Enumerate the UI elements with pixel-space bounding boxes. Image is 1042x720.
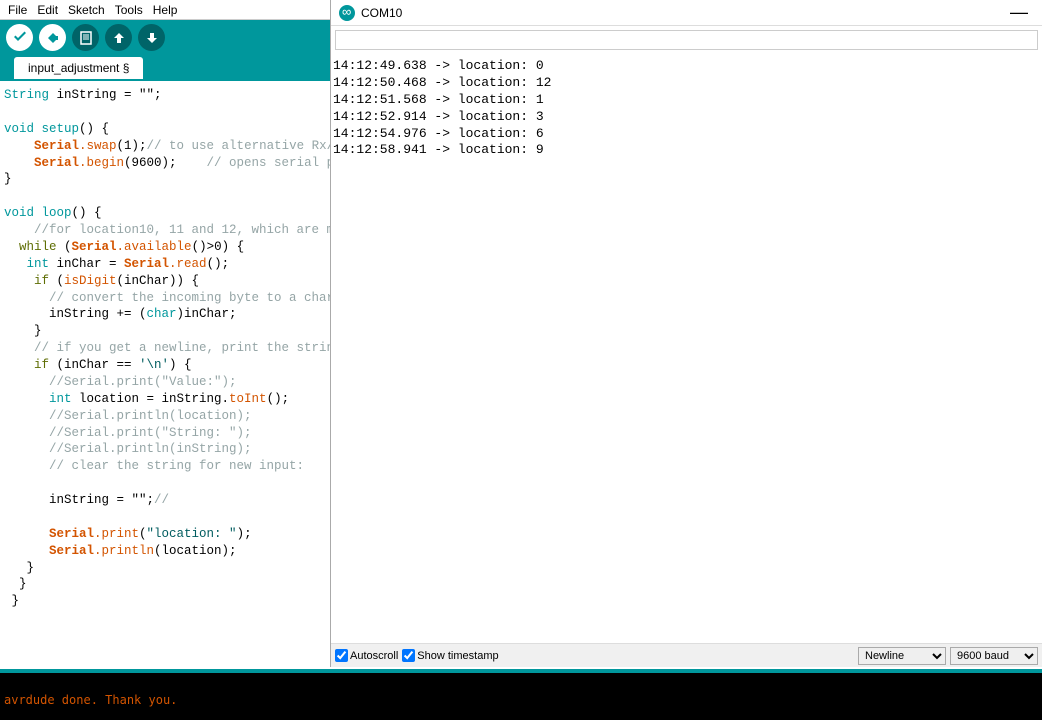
code-text: } <box>4 577 27 591</box>
code-text: setup <box>34 122 79 136</box>
save-button[interactable] <box>138 24 165 51</box>
verify-button[interactable] <box>6 24 33 51</box>
menu-tools[interactable]: Tools <box>111 3 147 17</box>
code-text: inString = ""; <box>49 88 162 102</box>
code-text: } <box>4 561 34 575</box>
code-text: while <box>4 240 57 254</box>
code-text: ); <box>237 527 252 541</box>
minimize-button[interactable]: — <box>1004 2 1034 23</box>
code-text: Serial <box>4 139 79 153</box>
code-text: void <box>4 122 34 136</box>
menu-sketch[interactable]: Sketch <box>64 3 109 17</box>
code-text: (); <box>267 392 290 406</box>
code-text: if <box>4 358 49 372</box>
code-text: char <box>147 307 177 321</box>
code-text: () { <box>79 122 109 136</box>
code-text: ( <box>139 527 147 541</box>
menu-file[interactable]: File <box>4 3 31 17</box>
code-text: // clear the string for new input: <box>4 459 304 473</box>
menu-help[interactable]: Help <box>149 3 182 17</box>
code-text: inString += ( <box>4 307 147 321</box>
code-text: Serial <box>4 527 94 541</box>
autoscroll-checkbox[interactable] <box>335 649 348 662</box>
code-text: // opens serial p <box>207 156 335 170</box>
code-text: inString = ""; <box>4 493 154 507</box>
serial-titlebar: COM10 — <box>331 0 1042 26</box>
code-text: //for location10, 11 and 12, which are m <box>4 223 334 237</box>
code-text: isDigit <box>64 274 117 288</box>
code-text: .print <box>94 527 139 541</box>
serial-title: COM10 <box>361 6 402 20</box>
code-text: //Serial.println(inString); <box>4 442 252 456</box>
code-text: // <box>154 493 169 507</box>
code-text: toInt <box>229 392 267 406</box>
code-text: Serial <box>4 156 79 170</box>
serial-send-input[interactable] <box>335 30 1038 50</box>
code-text: ( <box>57 240 72 254</box>
code-text: )inChar; <box>177 307 237 321</box>
code-text: (); <box>207 257 230 271</box>
code-text: "location: " <box>147 527 237 541</box>
code-text: '\n' <box>139 358 169 372</box>
code-text: } <box>4 172 12 186</box>
code-text: //Serial.print("String: "); <box>4 426 252 440</box>
code-text: .swap <box>79 139 117 153</box>
code-text: (inChar)) { <box>117 274 200 288</box>
timestamp-checkbox[interactable] <box>402 649 415 662</box>
arduino-icon <box>339 5 355 21</box>
code-text: .begin <box>79 156 124 170</box>
code-text: .println <box>94 544 154 558</box>
code-text: String <box>4 88 49 102</box>
code-text: (1); <box>117 139 147 153</box>
serial-line: 14:12:58.941 -> location: 9 <box>333 142 1040 159</box>
code-text: void <box>4 206 34 220</box>
code-text: ) { <box>169 358 192 372</box>
code-text: .read <box>169 257 207 271</box>
code-text: .available <box>117 240 192 254</box>
timestamp-label[interactable]: Show timestamp <box>402 649 498 662</box>
code-text: //Serial.print("Value:"); <box>4 375 237 389</box>
serial-footer: Autoscroll Show timestamp Newline 9600 b… <box>331 643 1042 667</box>
serial-line: 14:12:52.914 -> location: 3 <box>333 109 1040 126</box>
code-text: // if you get a newline, print the strin <box>4 341 334 355</box>
code-text: // convert the incoming byte to a char <box>4 291 334 305</box>
autoscroll-label[interactable]: Autoscroll <box>335 649 398 662</box>
serial-line: 14:12:54.976 -> location: 6 <box>333 126 1040 143</box>
code-text: } <box>4 324 42 338</box>
new-button[interactable] <box>72 24 99 51</box>
code-text: ( <box>49 274 64 288</box>
code-text: int <box>4 257 49 271</box>
code-text: if <box>4 274 49 288</box>
console-output: avrdude done. Thank you. <box>0 673 1042 720</box>
code-text: location = inString. <box>72 392 230 406</box>
tab-sketch[interactable]: input_adjustment § <box>14 57 143 79</box>
code-text: () { <box>72 206 102 220</box>
menu-edit[interactable]: Edit <box>33 3 62 17</box>
serial-line: 14:12:51.568 -> location: 1 <box>333 92 1040 109</box>
code-text: } <box>4 594 19 608</box>
serial-monitor-window: COM10 — 14:12:49.638 -> location: 0 14:1… <box>330 0 1042 667</box>
code-text: // to use alternative Rx/ <box>147 139 335 153</box>
code-text: Serial <box>124 257 169 271</box>
code-text: //Serial.println(location); <box>4 409 252 423</box>
baud-select[interactable]: 9600 baud <box>950 647 1038 665</box>
line-ending-select[interactable]: Newline <box>858 647 946 665</box>
code-text: ()>0) { <box>192 240 245 254</box>
code-text: loop <box>34 206 72 220</box>
code-text: Serial <box>72 240 117 254</box>
upload-button[interactable] <box>39 24 66 51</box>
code-text: (location); <box>154 544 237 558</box>
open-button[interactable] <box>105 24 132 51</box>
code-text: int <box>4 392 72 406</box>
code-text: Serial <box>4 544 94 558</box>
code-text: (9600); <box>124 156 207 170</box>
code-text: (inChar == <box>49 358 139 372</box>
serial-line: 14:12:50.468 -> location: 12 <box>333 75 1040 92</box>
code-text: inChar = <box>49 257 124 271</box>
serial-line: 14:12:49.638 -> location: 0 <box>333 58 1040 75</box>
serial-output: 14:12:49.638 -> location: 0 14:12:50.468… <box>331 54 1042 643</box>
